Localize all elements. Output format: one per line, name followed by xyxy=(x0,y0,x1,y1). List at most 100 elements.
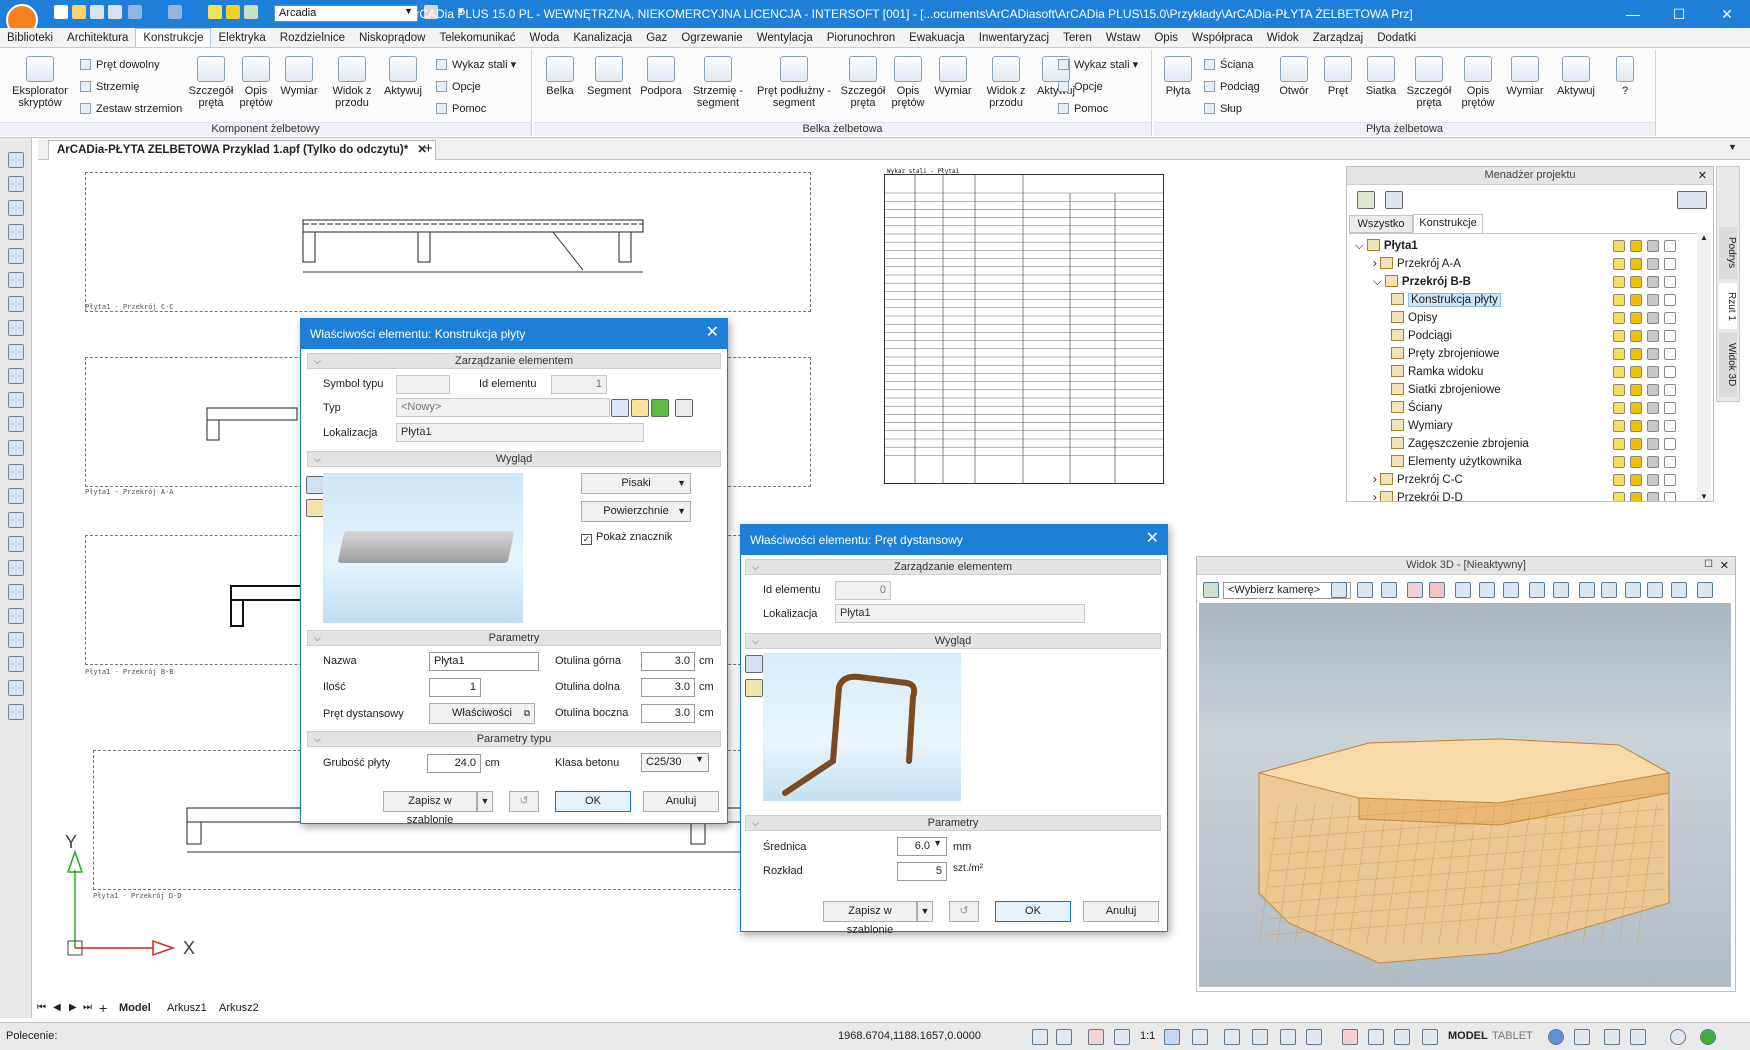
vertical-line-icon[interactable] xyxy=(8,488,24,504)
lock-icon[interactable] xyxy=(1630,438,1642,450)
print-icon[interactable] xyxy=(108,5,122,19)
polygon-tool-icon[interactable] xyxy=(8,656,24,672)
rotate-icon[interactable] xyxy=(8,344,24,360)
print-icon[interactable] xyxy=(1647,294,1659,306)
ok-button[interactable]: OK xyxy=(555,791,631,812)
grubosc-plyty-input[interactable]: 24.0 xyxy=(427,754,481,773)
pisaki-dropdown[interactable]: Pisaki ▼ xyxy=(581,473,691,494)
scroll-up-icon[interactable]: ▲ xyxy=(1700,233,1708,242)
scale-readout[interactable]: 1:1 xyxy=(1140,1030,1155,1042)
side-tab-widok3d[interactable]: Widok 3D xyxy=(1719,333,1737,397)
lock-icon[interactable] xyxy=(1630,276,1642,288)
expand-toggle-icon[interactable]: ⌵ xyxy=(1355,240,1367,252)
szczegol-preta-2-button[interactable]: Szczegół pręta xyxy=(838,56,888,109)
tabs-menu-icon[interactable]: ▼ xyxy=(1728,142,1737,152)
light-bulb-icon[interactable] xyxy=(208,5,222,19)
tree-node[interactable]: › Przekrój A-A xyxy=(1373,256,1461,272)
visibility-bulb-icon[interactable] xyxy=(1613,348,1625,360)
axis-tool-icon[interactable] xyxy=(8,320,24,336)
eksplorator-skryptow-button[interactable]: Eksplorator skryptów xyxy=(4,56,76,109)
visibility-bulb-icon[interactable] xyxy=(1613,402,1625,414)
hatch-tool-icon[interactable] xyxy=(8,560,24,576)
camera-settings-icon[interactable] xyxy=(1203,582,1219,598)
color-swatch-icon[interactable] xyxy=(1664,312,1676,324)
expand-toggle-icon[interactable]: › xyxy=(1373,258,1380,270)
menu-tab-1[interactable]: Architektura xyxy=(60,29,135,47)
lock-icon[interactable] xyxy=(1630,240,1642,252)
color-swatch-icon[interactable] xyxy=(1664,348,1676,360)
filter-icon[interactable] xyxy=(1677,191,1707,209)
lock-icon[interactable] xyxy=(1630,330,1642,342)
zoom-window-icon[interactable] xyxy=(8,392,24,408)
powierzchnie-dropdown[interactable]: Powierzchnie ▼ xyxy=(581,501,691,522)
view-tool-10-icon[interactable] xyxy=(1697,582,1713,598)
menu-tab-4[interactable]: Rozdzielnice xyxy=(273,29,352,47)
lock-icon[interactable] xyxy=(1630,420,1642,432)
szczegol-preta-button[interactable]: Szczegół pręta xyxy=(186,56,236,109)
opcje-button[interactable]: Opcje xyxy=(436,80,481,94)
print-icon[interactable] xyxy=(1647,492,1659,501)
tree-node[interactable]: Pręty zbrojeniowe xyxy=(1391,346,1499,362)
menu-tab-11[interactable]: Wentylacja xyxy=(750,29,820,47)
first-sheet-icon[interactable]: ⏮ xyxy=(37,1002,46,1013)
view-tool-1-icon[interactable] xyxy=(1357,582,1373,598)
color-swatch-icon[interactable] xyxy=(1664,384,1676,396)
maximize-icon[interactable]: ☐ xyxy=(1704,559,1713,570)
tree-node[interactable]: Ramka widoku xyxy=(1391,364,1483,380)
print-icon[interactable] xyxy=(1647,348,1659,360)
section-zarzadzanie[interactable]: Zarządzanie elementem xyxy=(307,353,721,369)
layout-icon[interactable] xyxy=(1630,1029,1646,1045)
sciana-button[interactable]: Ściana xyxy=(1204,58,1254,72)
color-swatch-icon[interactable] xyxy=(1664,366,1676,378)
view-tool-4-icon[interactable] xyxy=(1553,582,1569,598)
template-dropdown-button[interactable]: ▼ xyxy=(917,901,933,922)
lock-icon[interactable] xyxy=(1630,474,1642,486)
minimize-button[interactable]: — xyxy=(1610,0,1656,28)
wymiar-button[interactable]: Wymiar xyxy=(276,56,322,97)
view-tool-9-icon[interactable] xyxy=(1671,582,1687,598)
menu-tab-3[interactable]: Elektryka xyxy=(211,29,272,47)
undo-icon[interactable] xyxy=(128,5,142,19)
grid-tool-icon[interactable] xyxy=(8,272,24,288)
settings-gear-icon[interactable] xyxy=(1548,1029,1564,1045)
tree-node[interactable]: Elementy użytkownika xyxy=(1391,454,1522,470)
tree-select-icon[interactable] xyxy=(1385,191,1403,209)
ok-button[interactable]: OK xyxy=(995,901,1071,922)
section-wyglad[interactable]: Wygląd xyxy=(307,451,721,467)
pret-button[interactable]: Pręt xyxy=(1318,56,1358,97)
pokaz-znacznik-checkbox[interactable]: ✓ Pokaż znacznik xyxy=(581,531,672,545)
rectangle-tool-icon[interactable] xyxy=(8,704,24,720)
tab-wszystko[interactable]: Wszystko xyxy=(1349,215,1413,233)
grid-icon[interactable] xyxy=(1252,1029,1268,1045)
color-swatch-icon[interactable] xyxy=(1664,456,1676,468)
view-tool-6-icon[interactable] xyxy=(1601,582,1617,598)
tree-node[interactable]: Ściany xyxy=(1391,400,1443,416)
menu-tab-10[interactable]: Ogrzewanie xyxy=(674,29,749,47)
color-swatch-icon[interactable] xyxy=(1664,258,1676,270)
print-icon[interactable] xyxy=(1647,402,1659,414)
brown-tool-icon[interactable] xyxy=(8,248,24,264)
scroll-down-icon[interactable]: ▼ xyxy=(1700,492,1708,501)
crosshair-icon[interactable] xyxy=(1088,1029,1104,1045)
print-icon[interactable] xyxy=(1647,366,1659,378)
ilosc-input[interactable]: 1 xyxy=(429,678,481,697)
reset-button[interactable]: ↺ xyxy=(509,791,539,812)
print-icon[interactable] xyxy=(1647,384,1659,396)
strzemie-button[interactable]: Strzemię xyxy=(80,80,139,94)
color-swatch-icon[interactable] xyxy=(1664,492,1676,501)
menu-tab-5[interactable]: Niskoprądow xyxy=(352,29,432,47)
menu-tab-20[interactable]: Zarządzaj xyxy=(1306,29,1371,47)
new-file-icon[interactable] xyxy=(54,5,68,19)
tree-scrollbar[interactable]: ▲ ▼ xyxy=(1697,233,1711,501)
podciag-button[interactable]: Podciąg xyxy=(1204,80,1260,94)
view-tool-7-icon[interactable] xyxy=(1625,582,1641,598)
circle-tool-icon[interactable] xyxy=(8,632,24,648)
otwor-button[interactable]: Otwór xyxy=(1272,56,1316,97)
color-swatch-icon[interactable] xyxy=(1664,330,1676,342)
anuluj-button[interactable]: Anuluj xyxy=(643,791,719,812)
pan-tool-icon[interactable] xyxy=(8,416,24,432)
section-zarzadzanie[interactable]: Zarządzanie elementem xyxy=(745,559,1161,575)
tree-node[interactable]: ⌵ Przekrój B-B xyxy=(1373,274,1471,290)
lock-icon[interactable] xyxy=(1574,1029,1590,1045)
menu-tab-19[interactable]: Widok xyxy=(1260,29,1306,47)
